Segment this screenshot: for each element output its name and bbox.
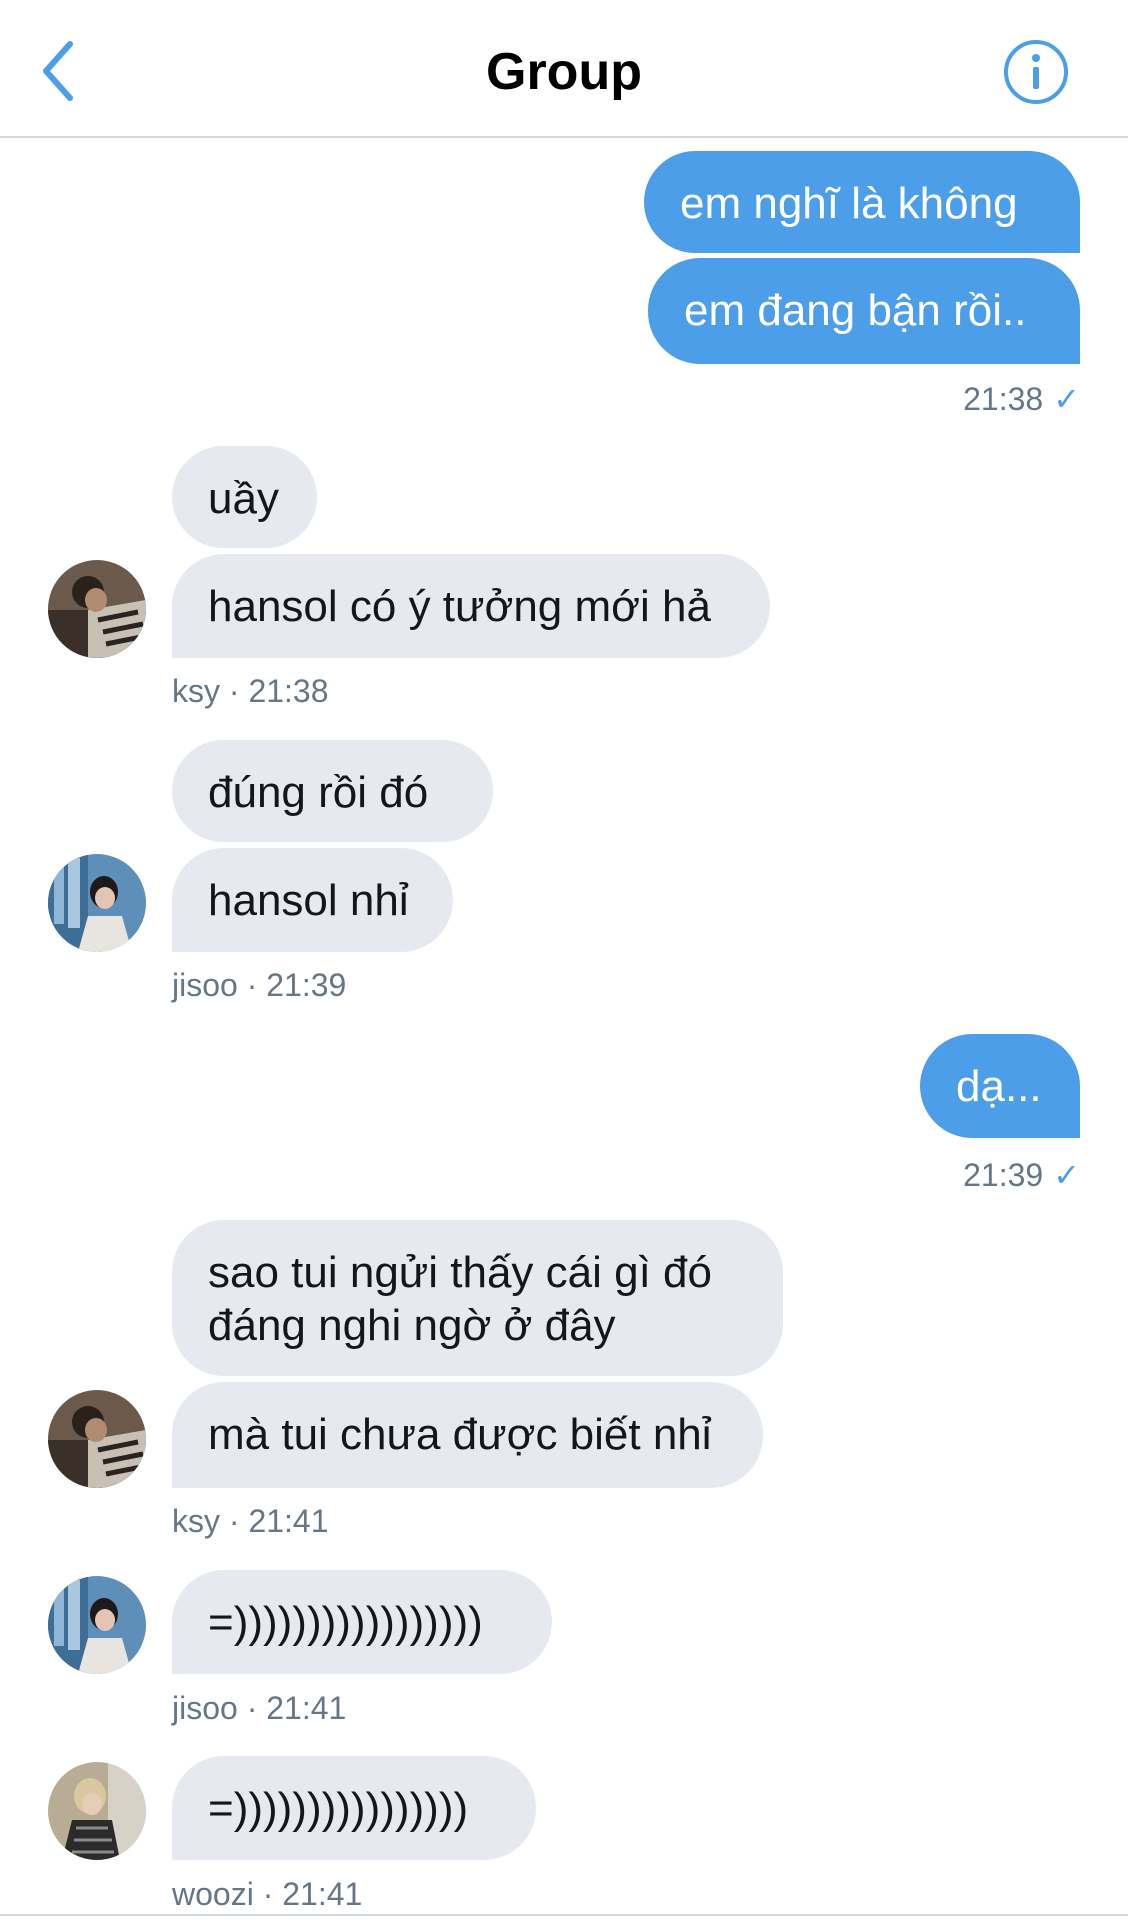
outgoing-message[interactable]: em đang bận rồi.. [648,258,1080,364]
message-text: hansol nhỉ [208,876,409,925]
page-title: Group [486,43,642,101]
timestamp: 21:38 [963,381,1044,417]
message-text: dạ... [956,1062,1042,1111]
sender-meta: jisoo · 21:41 [172,1690,347,1726]
message-text: hansol có ý tưởng mới hả [208,582,711,631]
info-circle-icon [1004,40,1068,104]
sender-meta: ksy · 21:41 [172,1503,329,1539]
outgoing-message[interactable]: dạ... [920,1034,1080,1138]
message-meta: 21:39 ✓ [860,1156,1080,1194]
incoming-message[interactable]: đúng rồi đó [172,740,493,842]
sender-meta: woozi · 21:41 [172,1876,363,1912]
incoming-message[interactable]: mà tui chưa được biết nhỉ [172,1382,763,1488]
avatar-woozi[interactable] [48,1762,146,1860]
incoming-message[interactable]: =))))))))))))))))) [172,1570,552,1674]
sender-meta: ksy · 21:38 [172,673,329,709]
timestamp: 21:39 [963,1157,1044,1193]
sender-meta: jisoo · 21:39 [172,967,347,1003]
message-text: sao tui ngửi thấy cái gì đó đáng nghi ng… [208,1248,712,1350]
message-text: em đang bận rồi.. [684,286,1027,335]
incoming-message[interactable]: =)))))))))))))))) [172,1756,536,1860]
divider [0,1914,1128,1916]
message-text: =))))))))))))))))) [208,1598,483,1647]
info-button[interactable] [1002,38,1070,106]
message-meta: 21:38 ✓ [860,380,1080,418]
avatar-ksy[interactable] [48,560,146,658]
checkmark-icon: ✓ [1053,381,1080,417]
message-text: đúng rồi đó [208,768,429,817]
outgoing-message[interactable]: em nghĩ là không [644,151,1080,253]
checkmark-icon: ✓ [1053,1157,1080,1193]
incoming-message[interactable]: sao tui ngửi thấy cái gì đó đáng nghi ng… [172,1220,783,1376]
message-text: =)))))))))))))))) [208,1784,469,1833]
avatar-jisoo[interactable] [48,1576,146,1674]
message-text: mà tui chưa được biết nhỉ [208,1410,712,1459]
incoming-message[interactable]: uầy [172,446,317,548]
incoming-message[interactable]: hansol nhỉ [172,848,453,952]
avatar-jisoo[interactable] [48,854,146,952]
incoming-message[interactable]: hansol có ý tưởng mới hả [172,554,770,658]
message-text: uầy [208,474,279,523]
avatar-ksy[interactable] [48,1390,146,1488]
conversation-header: Group [0,0,1128,138]
message-text: em nghĩ là không [680,179,1018,228]
